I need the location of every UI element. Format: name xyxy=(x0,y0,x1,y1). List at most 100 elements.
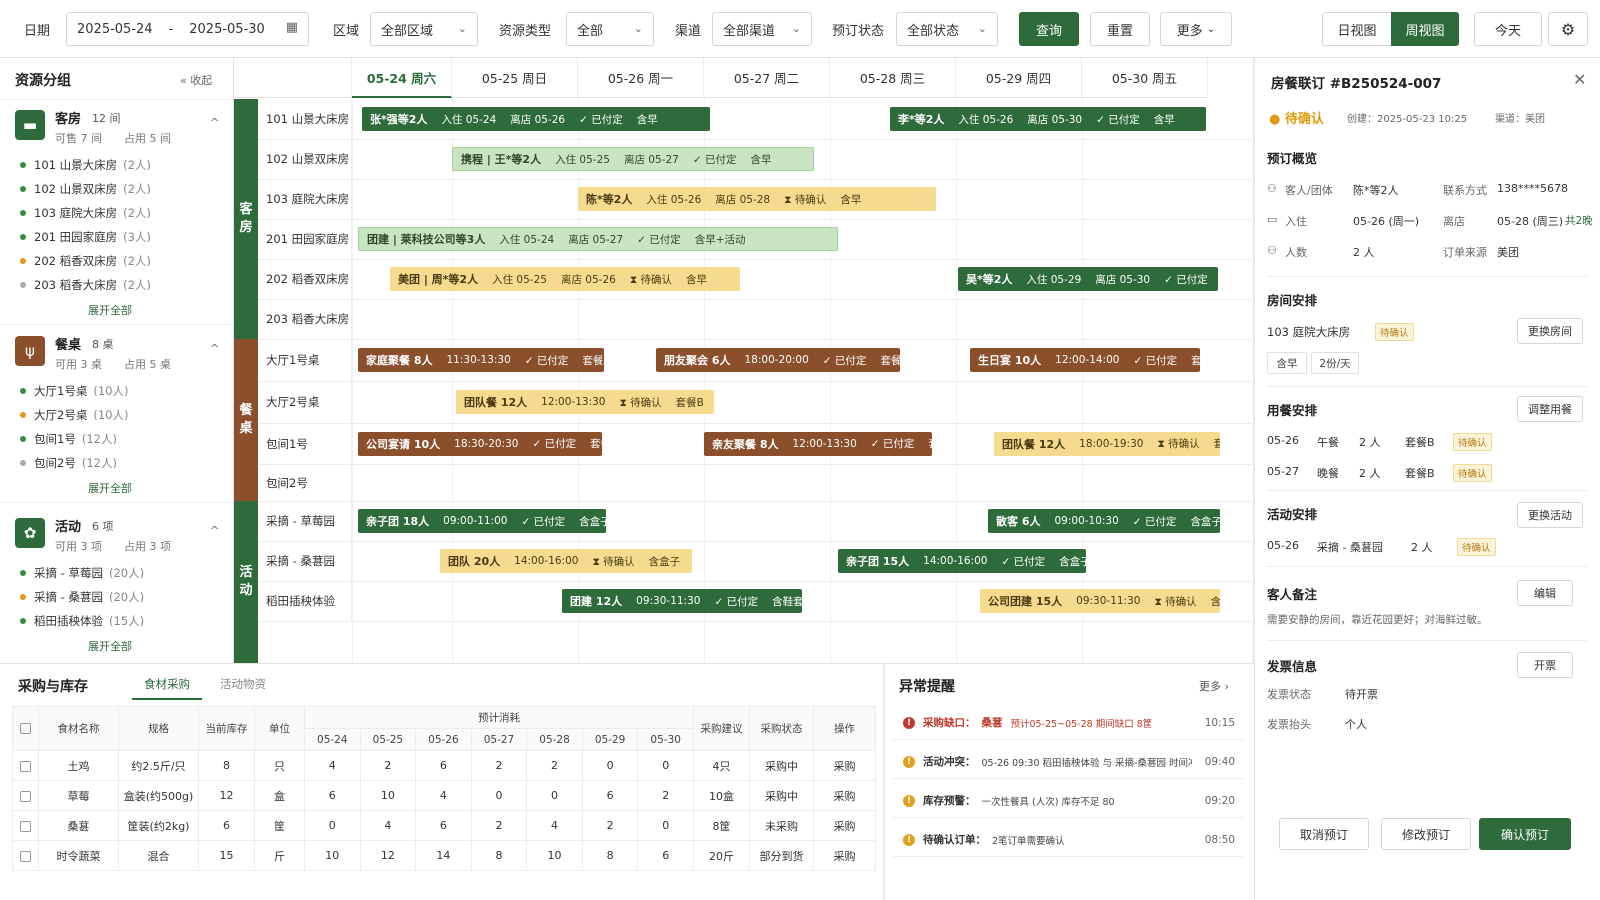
checkbox[interactable] xyxy=(20,820,31,832)
chevron-up-icon[interactable]: ^ xyxy=(210,116,219,129)
checkbox[interactable] xyxy=(20,790,31,802)
purchase-link[interactable]: 采购 xyxy=(813,840,876,871)
resource-row-label[interactable]: 202 稻香双床房 xyxy=(260,259,352,299)
day-column-3[interactable]: 05-27 周二 xyxy=(704,58,830,98)
week-view-tab[interactable]: 周视图 xyxy=(1391,12,1459,46)
chevron-up-icon[interactable]: ^ xyxy=(210,524,219,537)
booking-block[interactable]: 陈*等2人 入住 05-26 离店 05-28 ⧗ 待确认 含早 xyxy=(578,187,936,211)
tab-food-purchase[interactable]: 食材采购 xyxy=(132,676,202,700)
resource-item[interactable]: 101 山景大床房 (2人) xyxy=(20,156,151,174)
resource-item[interactable]: 采摘 - 草莓园 (20人) xyxy=(20,564,144,582)
confirm-booking-button[interactable]: 确认预订 xyxy=(1479,818,1571,850)
row-checkbox-cell[interactable] xyxy=(12,750,39,781)
day-view-tab[interactable]: 日视图 xyxy=(1322,12,1392,46)
booking-block[interactable]: 亲子团 18人 09:00-11:00 ✓ 已付定 含盒子 xyxy=(358,509,606,533)
checkbox[interactable] xyxy=(20,760,31,772)
checkbox[interactable] xyxy=(20,723,31,734)
day-column-0[interactable]: 05-24 周六 xyxy=(352,58,452,98)
purchase-link[interactable]: 采购 xyxy=(813,780,876,811)
resource-item[interactable]: 大厅2号桌 (10人) xyxy=(20,406,128,424)
resource-item[interactable]: 包间1号 (12人) xyxy=(20,430,117,448)
settings-gear-icon[interactable]: ⚙ xyxy=(1548,12,1588,46)
resource-item[interactable]: 包间2号 (12人) xyxy=(20,454,117,472)
resource-item[interactable]: 203 稻香大床房 (2人) xyxy=(20,276,151,294)
row-checkbox-cell[interactable] xyxy=(12,780,39,811)
resource-item[interactable]: 103 庭院大床房 (2人) xyxy=(20,204,151,222)
change-room-button[interactable]: 更换房间 xyxy=(1517,318,1583,344)
type-select[interactable]: 全部 ⌄ xyxy=(566,12,654,46)
alert-item[interactable]: ! 活动冲突： 05-26 09:30 稻田插秧体验 与 采摘-桑葚园 时间冲突 09… xyxy=(893,745,1243,779)
resource-row-label[interactable]: 包间2号 xyxy=(260,464,352,501)
booking-block[interactable]: 团建 | 莱科技公司等3人 入住 05-24 离店 05-27 ✓ 已付定 含早+活动 xyxy=(358,227,838,251)
close-icon[interactable]: ✕ xyxy=(1573,70,1586,89)
expand-all-link[interactable]: 展开全部 xyxy=(88,302,132,318)
booking-block[interactable]: 散客 6人 09:00-10:30 ✓ 已付定 含盒子 xyxy=(988,509,1220,533)
checkbox[interactable] xyxy=(20,850,31,862)
resource-row-label[interactable]: 采摘 - 草莓园 xyxy=(260,501,352,541)
change-activity-button[interactable]: 更换活动 xyxy=(1517,502,1583,528)
status-select[interactable]: 全部状态 ⌄ xyxy=(896,12,998,46)
booking-block[interactable]: 美团 | 周*等2人 入住 05-25 离店 05-26 ⧗ 待确认 含早 xyxy=(390,267,740,291)
booking-block[interactable]: 亲友聚餐 8人 12:00-13:30 ✓ 已付定 套餐B xyxy=(704,431,932,456)
resource-row-label[interactable]: 201 田园家庭房 xyxy=(260,219,352,259)
booking-block[interactable]: 公司团建 15人 09:30-11:30 ⧗ 待确认 含鞋套 xyxy=(980,589,1220,613)
resource-row-label[interactable]: 稻田插秧体验 xyxy=(260,581,352,621)
chevron-up-icon[interactable]: ^ xyxy=(210,342,219,355)
booking-block[interactable]: 团队餐 12人 18:00-19:30 ⧗ 待确认 套餐A xyxy=(994,431,1220,456)
edit-note-button[interactable]: 编辑 xyxy=(1517,580,1573,606)
resource-item[interactable]: 201 田园家庭房 (3人) xyxy=(20,228,151,246)
adjust-meal-button[interactable]: 调整用餐 xyxy=(1517,396,1583,422)
resource-item[interactable]: 稻田插秧体验 (15人) xyxy=(20,612,144,630)
resource-item[interactable]: 采摘 - 桑葚园 (20人) xyxy=(20,588,144,606)
resource-row-label[interactable]: 103 庭院大床房 xyxy=(260,179,352,219)
day-column-6[interactable]: 05-30 周五 xyxy=(1082,58,1208,98)
resource-row-label[interactable]: 大厅2号桌 xyxy=(260,381,352,423)
more-button[interactable]: 更多 ⌄ xyxy=(1160,12,1232,46)
select-all-checkbox[interactable] xyxy=(12,706,39,751)
booking-block[interactable]: 团建 12人 09:30-11:30 ✓ 已付定 含鞋套 xyxy=(562,589,802,613)
alert-item[interactable]: ! 采购缺口： 桑葚 预计05-25~05-28 期间缺口 8筐 10:15 xyxy=(893,706,1243,740)
alert-item[interactable]: ! 待确认订单： 2笔订单需要确认 08:50 xyxy=(893,823,1243,857)
resource-row-label[interactable]: 203 稻香大床房 xyxy=(260,299,352,339)
booking-block[interactable]: 李*等2人 入住 05-26 离店 05-30 ✓ 已付定 含早 xyxy=(890,107,1206,131)
resource-item[interactable]: 202 稻香双床房 (2人) xyxy=(20,252,151,270)
issue-invoice-button[interactable]: 开票 xyxy=(1517,652,1573,678)
resource-row-label[interactable]: 101 山景大床房 xyxy=(260,99,352,139)
collapse-button[interactable]: « 收起 xyxy=(180,72,212,88)
area-select[interactable]: 全部区域 ⌄ xyxy=(370,12,478,46)
resource-row-label[interactable]: 采摘 - 桑葚园 xyxy=(260,541,352,581)
resource-row-label[interactable]: 102 山景双床房 xyxy=(260,139,352,179)
expand-all-link[interactable]: 展开全部 xyxy=(88,638,132,654)
booking-block[interactable]: 张*强等2人 入住 05-24 离店 05-26 ✓ 已付定 含早 xyxy=(362,107,710,131)
today-button[interactable]: 今天 xyxy=(1474,12,1542,46)
resource-item[interactable]: 102 山景双床房 (2人) xyxy=(20,180,151,198)
resource-row-label[interactable]: 包间1号 xyxy=(260,423,352,464)
date-range-input[interactable]: 2025-05-24 - 2025-05-30 ▦ xyxy=(66,12,309,46)
purchase-link[interactable]: 采购 xyxy=(813,810,876,841)
booking-block[interactable]: 携程 | 王*等2人 入住 05-25 离店 05-27 ✓ 已付定 含早 xyxy=(452,147,814,171)
day-column-1[interactable]: 05-25 周日 xyxy=(452,58,578,98)
booking-block[interactable]: 朋友聚会 6人 18:00-20:00 ✓ 已付定套餐B xyxy=(656,348,900,372)
alerts-more-link[interactable]: 更多 › xyxy=(1199,678,1229,694)
modify-booking-button[interactable]: 修改预订 xyxy=(1381,818,1471,850)
tab-activity-supplies[interactable]: 活动物资 xyxy=(212,676,274,692)
reset-button[interactable]: 重置 xyxy=(1090,12,1150,46)
booking-block[interactable]: 公司宴请 10人 18:30-20:30 ✓ 已付定 套餐A xyxy=(358,431,602,456)
cancel-booking-button[interactable]: 取消预订 xyxy=(1279,818,1369,850)
query-button[interactable]: 查询 xyxy=(1019,12,1079,46)
purchase-link[interactable]: 采购 xyxy=(813,750,876,781)
row-checkbox-cell[interactable] xyxy=(12,840,39,871)
booking-block[interactable]: 家庭聚餐 8人 11:30-13:30 ✓ 已付定套餐A xyxy=(358,348,604,372)
channel-select[interactable]: 全部渠道 ⌄ xyxy=(712,12,812,46)
booking-block[interactable]: 团队 20人 14:00-16:00 ⧗ 待确认 含盒子 xyxy=(440,549,692,573)
alert-item[interactable]: ! 库存预警： 一次性餐具 (人次) 库存不足 80 09:20 xyxy=(893,784,1243,818)
resource-row-label[interactable]: 大厅1号桌 xyxy=(260,339,352,381)
booking-block[interactable]: 团队餐 12人 12:00-13:30 ⧗ 待确认 套餐B xyxy=(456,390,714,414)
resource-item[interactable]: 大厅1号桌 (10人) xyxy=(20,382,128,400)
day-column-2[interactable]: 05-26 周一 xyxy=(578,58,704,98)
row-checkbox-cell[interactable] xyxy=(12,810,39,841)
booking-block[interactable]: 生日宴 10人 12:00-14:00 ✓ 已付定 套餐A xyxy=(970,348,1200,372)
booking-block[interactable]: 吴*等2人入住 05-29离店 05-30✓ 已付定含早 xyxy=(958,267,1218,291)
expand-all-link[interactable]: 展开全部 xyxy=(88,480,132,496)
day-column-5[interactable]: 05-29 周四 xyxy=(956,58,1082,98)
